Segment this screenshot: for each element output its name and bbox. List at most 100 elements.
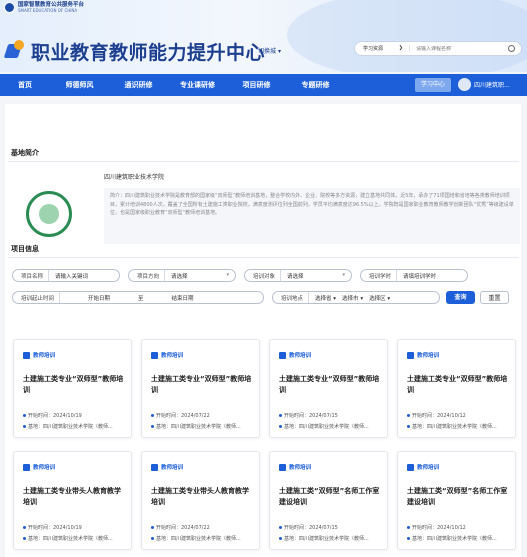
tag-icon: [23, 351, 30, 359]
header-banner: 国家智慧教育公共服务平台 SMART EDUCATION OF CHINA 职业…: [0, 0, 527, 72]
project-card[interactable]: 教师培训土建施工类专业“双师型”教师培训开始时间：2024/10/12 基地：四川…: [397, 339, 516, 438]
card-title[interactable]: 土建施工类专业“双师型”教师培训: [23, 374, 127, 396]
reset-button[interactable]: 重置: [480, 291, 509, 304]
card-start-time-text: 开始时间：2024/10/12: [412, 413, 466, 419]
search-bar: 学习资源 ❯: [354, 41, 522, 56]
card-base: 基地：四川建筑职业技术学院（教师...: [279, 423, 369, 430]
project-card[interactable]: 教师培训土建施工类专业带头人教育教学培训开始时间：2024/10/19 基地：四川…: [13, 451, 132, 550]
bullet-icon: [23, 414, 26, 417]
training-target-value: 请选择: [287, 273, 304, 280]
training-target-select[interactable]: 培训对象 请选择 ▾: [244, 269, 352, 282]
nav-item-ethics[interactable]: 师德师风: [50, 80, 109, 90]
project-card[interactable]: 教师培训 土建施工类“双师型”名师工作室建设培训 开始时间：2024/10/12 基地…: [397, 451, 516, 550]
tag-icon: [407, 463, 414, 471]
card-tag: 教师培训: [407, 351, 439, 359]
card-tag-label: 教师培训: [289, 353, 312, 359]
project-card[interactable]: 教师培训 土建施工类专业带头人教育教学培训 开始时间：2024/07/22 基地：四川…: [141, 451, 260, 550]
bullet-icon: [407, 526, 410, 529]
school-logo-icon: [26, 191, 72, 237]
query-button[interactable]: 查询: [446, 291, 475, 304]
card-title[interactable]: 土建施工类“双师型”名师工作室建设培训: [279, 486, 383, 508]
bullet-icon: [23, 537, 26, 540]
basic-info-heading: 基地简介: [11, 149, 39, 157]
search-input[interactable]: [410, 45, 500, 52]
project-name-field[interactable]: 项目名称 请输入关键词: [12, 269, 120, 282]
card-tag: 教师培训: [407, 463, 439, 471]
card-tag-label: 教师培训: [33, 465, 56, 471]
tag-icon: [151, 351, 158, 359]
search-icon[interactable]: [508, 45, 515, 52]
training-date-range[interactable]: 培训起止时间 开始日期 至 结束日期: [12, 291, 264, 304]
card-base: 基地：四川建筑职业技术学院（教师...: [407, 423, 497, 430]
bullet-icon: [279, 526, 282, 529]
card-base-text: 基地：四川建筑职业技术学院（教师...: [28, 424, 113, 430]
card-base-text: 基地：四川建筑职业技术学院（教师...: [412, 536, 497, 542]
avatar: [458, 78, 471, 91]
card-start-time: 开始时间：2024/10/19: [23, 524, 82, 531]
card-title[interactable]: 土建施工类专业“双师型”教师培训: [151, 374, 255, 396]
project-card[interactable]: 教师培训 土建施工类专业“双师型”教师培训 开始时间：2024/07/22 基地：四川…: [141, 339, 260, 438]
training-target-label: 培训对象: [245, 270, 282, 281]
card-title[interactable]: 土建施工类专业带头人教育教学培训: [151, 486, 255, 508]
bullet-icon: [151, 537, 154, 540]
province-value: 选择省: [315, 295, 332, 302]
project-card[interactable]: 教师培训 土建施工类专业“双师型”教师培训 开始时间：2024/07/15 基地：四川…: [269, 339, 388, 438]
card-title[interactable]: 土建施工类专业“双师型”教师培训: [279, 374, 383, 396]
card-start-time: 开始时间：2024/10/19: [23, 412, 82, 419]
user-menu[interactable]: 四川建筑职...: [458, 78, 510, 91]
bullet-icon: [407, 425, 410, 428]
platform-logo[interactable]: 国家智慧教育公共服务平台 SMART EDUCATION OF CHINA: [4, 2, 84, 13]
project-direction-value: 请选择: [171, 273, 188, 280]
card-title[interactable]: 土建施工类“双师型”名师工作室建设培训: [407, 486, 511, 508]
city-value: 选择市: [342, 295, 359, 302]
card-base: 基地：四川建筑职业技术学院（教师...: [407, 535, 497, 542]
card-tag-label: 教师培训: [161, 353, 184, 359]
project-name-input[interactable]: 请输入关键词: [49, 272, 88, 280]
project-card[interactable]: 教师培训 土建施工类“双师型”名师工作室建设培训 开始时间：2024/07/15 基地…: [269, 451, 388, 550]
project-direction-label: 项目方向: [129, 270, 166, 281]
card-base: 基地：四川建筑职业技术学院（教师...: [23, 423, 113, 430]
project-direction-select[interactable]: 项目方向 请选择 ▾: [128, 269, 236, 282]
card-title[interactable]: 土建施工类专业带头人教育教学培训: [23, 486, 127, 508]
tag-icon: [23, 463, 30, 471]
nav-item-home[interactable]: 首页: [0, 80, 50, 90]
city-selector[interactable]: 切换城 ▾: [258, 46, 281, 55]
city-select[interactable]: 选择市 ▾: [336, 294, 363, 302]
training-hours-label: 培训学时: [361, 270, 398, 281]
district-select[interactable]: 选择区 ▾: [363, 294, 390, 302]
bullet-icon: [151, 526, 154, 529]
bullet-icon: [151, 414, 154, 417]
card-tag-label: 教师培训: [289, 465, 312, 471]
chevron-down-icon: ▾: [277, 48, 281, 55]
start-date-input[interactable]: 开始日期: [60, 294, 110, 302]
site-logo-icon: [3, 38, 28, 58]
card-base-text: 基地：四川建筑职业技术学院（教师...: [28, 536, 113, 542]
card-base-text: 基地：四川建筑职业技术学院（教师...: [412, 424, 497, 430]
nav-item-topic[interactable]: 专题研修: [286, 80, 345, 90]
training-hours-field[interactable]: 培训学时 请填培训学时: [360, 269, 468, 282]
card-start-time-text: 开始时间：2024/07/15: [284, 525, 338, 531]
banner-decoration: [287, 0, 527, 72]
card-base-text: 基地：四川建筑职业技术学院（教师...: [156, 536, 241, 542]
nav-item-professional[interactable]: 专业课研修: [168, 80, 227, 90]
card-start-time: 开始时间：2024/07/15: [279, 524, 338, 531]
chevron-down-icon: ▾: [387, 295, 391, 302]
learning-center-button[interactable]: 学习中心: [415, 78, 451, 92]
training-hours-input[interactable]: 请填培训学时: [397, 272, 436, 280]
tag-icon: [279, 463, 286, 471]
nav-item-general[interactable]: 通识研修: [109, 80, 168, 90]
card-title[interactable]: 土建施工类专业“双师型”教师培训: [407, 374, 511, 396]
search-type-select[interactable]: 学习资源 ❯: [355, 45, 410, 52]
card-base: 基地：四川建筑职业技术学院（教师...: [151, 535, 241, 542]
province-select[interactable]: 选择省 ▾: [309, 294, 336, 302]
project-card[interactable]: 教师培训 土建施工类专业“双师型”教师培训 开始时间：2024/10/19 基地：四川…: [13, 339, 132, 438]
card-start-time-text: 开始时间：2024/07/22: [156, 525, 210, 531]
card-base-text: 基地：四川建筑职业技术学院（教师...: [284, 424, 369, 430]
end-date-input[interactable]: 结束日期: [144, 294, 194, 302]
card-start-time: 开始时间：2024/07/22: [151, 524, 210, 531]
bullet-icon: [407, 537, 410, 540]
nav-item-project[interactable]: 项目研修: [227, 80, 286, 90]
card-start-time: 开始时间：2024/10/12: [407, 412, 466, 419]
card-tag: 教师培训: [23, 463, 55, 471]
platform-emblem-icon: [4, 2, 15, 13]
